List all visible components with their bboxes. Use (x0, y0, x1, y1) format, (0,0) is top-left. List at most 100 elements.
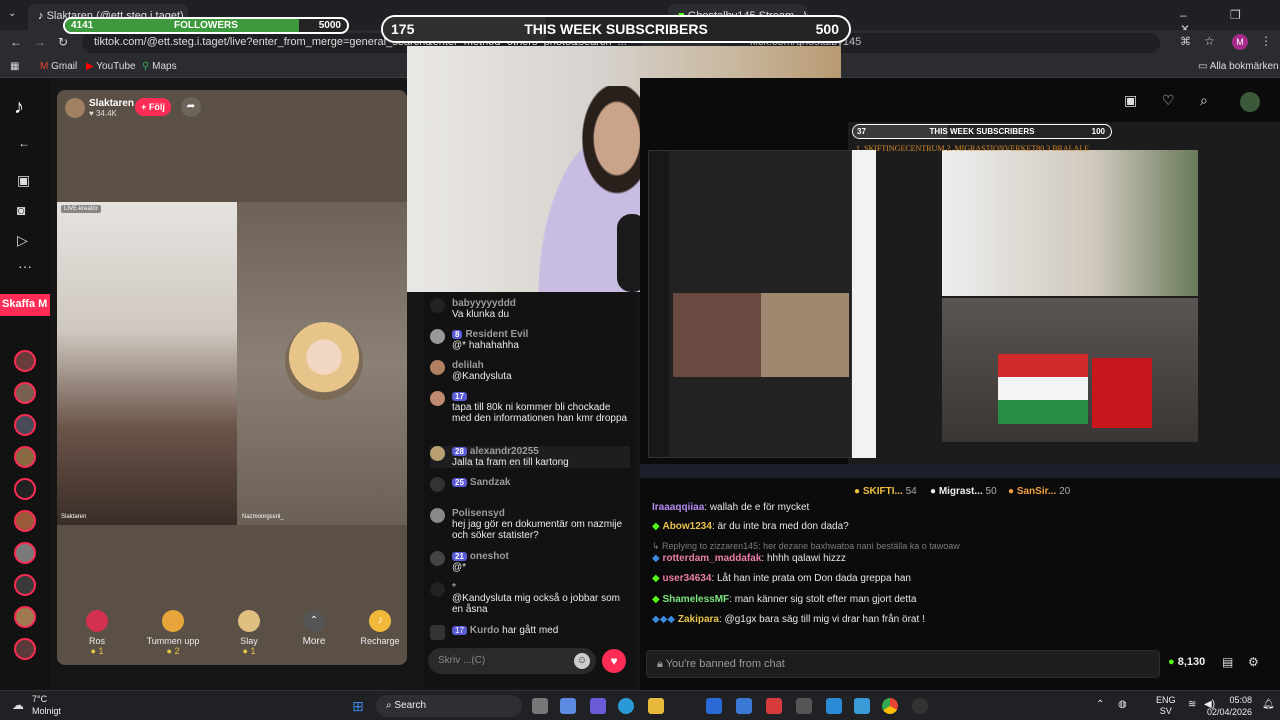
bookmark-youtube[interactable]: ▶ YouTube (86, 61, 136, 72)
tab-list-icon[interactable]: ⌄ (8, 8, 22, 22)
notifications-icon[interactable]: 🔔︎ (1262, 699, 1275, 710)
outlook-icon[interactable] (706, 698, 722, 714)
folder-icon: ▭ (1198, 61, 1210, 72)
tiktok-icon: ♪ (38, 10, 47, 22)
kick-poll-option[interactable]: ● SanSir... 20 (1008, 486, 1070, 497)
bookmark-star-icon[interactable]: ☆ (1204, 34, 1215, 48)
kick-poll-option[interactable]: ● Migrast... 50 (930, 486, 997, 497)
reload-icon[interactable]: ↻ (58, 35, 68, 49)
live-avatar[interactable] (14, 542, 36, 564)
maps-icon: ⚲ (142, 61, 153, 72)
share-icon[interactable]: ➦ (181, 97, 201, 117)
promo-banner[interactable]: Skaffa M (0, 294, 50, 316)
badge-icon: ◆ (652, 553, 663, 564)
taskbar-search[interactable]: ⌕ Search (376, 695, 522, 717)
tray-icon[interactable]: ◍ (1118, 699, 1127, 710)
search-icon[interactable]: ⌕ (1200, 92, 1208, 109)
video-camera-icon[interactable]: ◙ (17, 202, 25, 218)
gmail-icon: M (40, 61, 52, 72)
clock[interactable]: 05:08 02/04/2026 (1200, 694, 1252, 718)
store-icon[interactable] (736, 698, 752, 714)
chat-message: 25 Sandzak (430, 477, 630, 492)
profile-avatar[interactable]: M (1232, 34, 1248, 50)
badge-icon: ◆ (652, 594, 663, 605)
weather-cloud-icon[interactable]: ☁ (12, 698, 24, 712)
menu-dots-icon[interactable]: ⋮ (1260, 34, 1272, 48)
live-avatar[interactable] (14, 510, 36, 532)
bookmark-gmail[interactable]: M Gmail (40, 61, 77, 72)
live-tv-icon[interactable]: ▣ (17, 172, 30, 189)
like-heart-button[interactable]: ♥ (602, 649, 626, 673)
follow-heart-icon[interactable]: ♡ (1162, 92, 1175, 109)
language-indicator[interactable]: ENG SV (1156, 695, 1176, 717)
tiktok-logo-icon[interactable]: ♪ (14, 96, 24, 119)
join-icon (430, 625, 445, 640)
app-icon[interactable] (766, 698, 782, 714)
chat-avatar (430, 477, 445, 492)
live-avatar[interactable] (14, 638, 36, 660)
recharge-button[interactable]: ♪ Recharge (350, 610, 410, 646)
kick-video-player[interactable] (848, 122, 1280, 466)
apps-grid-icon[interactable]: ▦ (10, 61, 19, 72)
play-icon[interactable]: ▷ (17, 232, 28, 249)
tray-chevron-icon[interactable]: ⌃ (1096, 699, 1104, 710)
kick-chat-message: ◆ rotterdam_maddafak: hhhh qalawi hizzz (652, 553, 846, 564)
task-view-icon[interactable] (532, 698, 548, 714)
emoji-icon[interactable]: ☺ (574, 653, 590, 669)
more-dots-icon[interactable]: ··· (18, 258, 32, 274)
chrome-icon[interactable] (882, 698, 898, 714)
windows-start-icon[interactable]: ⊞ (352, 698, 364, 715)
translate-icon[interactable]: ⌘ (1180, 35, 1191, 48)
user-avatar[interactable] (1240, 92, 1260, 112)
live-avatar[interactable] (14, 606, 36, 628)
host-name: Slaktaren (89, 98, 135, 109)
live-avatar[interactable] (14, 350, 36, 372)
copilot-icon[interactable] (560, 698, 576, 714)
kick-chat-reply-context: ↳ Replying to zizzaren145: her dezane ba… (652, 541, 960, 551)
tiktok-live-video[interactable]: Slaktaren ♥ 34.4K + Följ ➦ LIVE-kreatör … (57, 90, 407, 665)
gift-box-icon[interactable]: ▤ (1222, 655, 1233, 669)
live-avatar[interactable] (14, 446, 36, 468)
host-avatar[interactable] (65, 98, 85, 118)
gift-ros[interactable]: Ros ● 1 (67, 610, 127, 656)
back-arrow-icon[interactable]: ← (18, 136, 30, 150)
chat-input[interactable]: Skriv ...(C) (428, 648, 596, 674)
app-icon[interactable] (854, 698, 870, 714)
guest-avatar (285, 322, 363, 400)
file-explorer-icon[interactable] (648, 698, 664, 714)
kick-chat-message: ◆◆◆ Zakipara: @g1gx bara säg till mig vi… (652, 614, 925, 625)
thumbs-up-icon (162, 610, 184, 632)
live-avatar[interactable] (14, 478, 36, 500)
chat-avatar (430, 508, 445, 523)
tiktok-sidebar: ♪ ← ▣ ◙ ▷ ··· Skaffa M (0, 78, 50, 690)
follow-button[interactable]: + Följ (135, 98, 171, 116)
live-avatar[interactable] (14, 414, 36, 436)
chat-message: Polisensyd hej jag gör en dokumentär om n… (430, 508, 630, 541)
wifi-icon[interactable]: ≋ (1188, 699, 1196, 710)
kick-poll-option[interactable]: ● SKIFTI... 54 (854, 486, 917, 497)
right-guest-video: Nazmoorgssnl_ (237, 202, 407, 525)
gift-tummen-upp[interactable]: Tummen upp ● 2 (143, 610, 203, 656)
kick-marquee: 1. SKIFTINGECENTRUM 2. MIGRASTIONVERKET8… (856, 144, 1090, 153)
teams-icon[interactable] (590, 698, 606, 714)
settings-gear-icon[interactable]: ⚙ (1248, 655, 1259, 669)
bookmark-maps[interactable]: ⚲ Maps (142, 61, 177, 72)
live-avatar[interactable] (14, 382, 36, 404)
edge-icon[interactable] (618, 698, 634, 714)
bookmark-all[interactable]: ▭ Alla bokmärken (1198, 61, 1279, 72)
badge-icon: ◆ (652, 573, 663, 584)
kick-points[interactable]: ● 8,130 (1168, 656, 1205, 668)
app-icon[interactable] (796, 698, 812, 714)
slay-icon (238, 610, 260, 632)
live-avatar[interactable] (14, 574, 36, 596)
photos-icon[interactable] (826, 698, 842, 714)
forward-icon[interactable]: → (34, 35, 46, 49)
kick-chat-message: Iraaaqqiiaa: wallah de e för mycket (652, 502, 810, 513)
more-gifts-button[interactable]: ⌃ More (284, 610, 344, 647)
back-icon[interactable]: ← (10, 35, 22, 49)
gift-slay[interactable]: Slay ● 1 (219, 610, 279, 656)
obs-icon[interactable] (912, 698, 928, 714)
clip-icon[interactable]: ▣ (1124, 92, 1137, 109)
host-likes: ♥ 34.4K (89, 109, 117, 118)
kick-embedded-tiktok-view (648, 150, 852, 458)
